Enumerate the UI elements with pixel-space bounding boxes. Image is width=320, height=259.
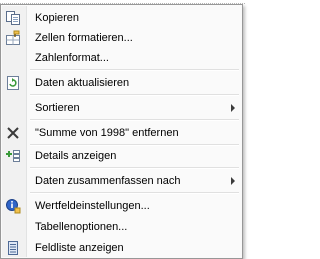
format-cells-icon [5,30,21,46]
field-settings-icon [5,198,21,214]
copy-icon [5,10,21,26]
menu-item-show-details[interactable]: Details anzeigen [2,145,241,167]
menu-item-label: Feldliste anzeigen [35,242,124,254]
menu-item-label: Sortieren [35,102,80,114]
menu-item-label: Zahlenformat... [35,52,109,64]
submenu-arrow-icon [231,177,235,185]
menu-item-label: Zellen formatieren... [35,32,133,44]
menu-item-label: Wertfeldeinstellungen... [35,200,150,212]
menu-item-label: Kopieren [35,12,80,24]
menu-item-label: Daten zusammenfassen nach [35,175,181,187]
menu-item-format-cells[interactable]: Zellen formatieren... [2,27,241,49]
menu-item-table-options[interactable]: Tabellenoptionen... [2,216,241,238]
menu-separator [30,69,239,71]
submenu-arrow-icon [231,104,235,112]
menu-item-refresh-data[interactable]: Daten aktualisieren [2,72,241,94]
menu-item-sort[interactable]: Sortieren [2,97,241,119]
menu-item-copy[interactable]: Kopieren [2,7,241,29]
menu-item-field-list[interactable]: Feldliste anzeigen [2,237,241,259]
menu-separator [30,94,239,96]
menu-item-summarize-by[interactable]: Daten zusammenfassen nach [2,170,241,192]
menu-separator [30,119,239,121]
field-list-icon [5,240,21,256]
menu-item-field-settings[interactable]: Wertfeldeinstellungen... [2,195,241,217]
remove-x-icon [5,125,21,141]
menu-item-label: Tabellenoptionen... [35,221,128,233]
menu-item-label: "Summe von 1998" entfernen [35,127,179,139]
menu-item-label: Details anzeigen [35,150,117,162]
menu-separator [30,167,239,169]
menu-separator [30,192,239,194]
menu-item-number-format[interactable]: Zahlenformat... [2,47,241,69]
show-details-icon [5,148,21,164]
refresh-icon [5,75,21,91]
menu-item-remove-field[interactable]: "Summe von 1998" entfernen [2,122,241,144]
context-menu: Kopieren Zellen formatieren... Zahlenfor… [0,4,243,259]
menu-item-label: Daten aktualisieren [35,77,130,89]
